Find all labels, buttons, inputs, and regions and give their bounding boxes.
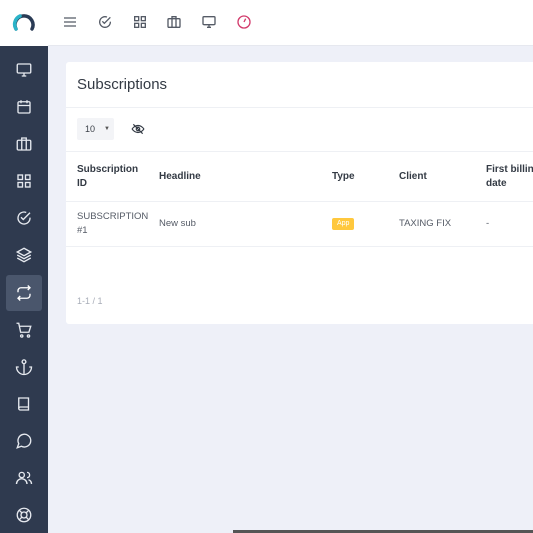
type-badge: App: [332, 218, 355, 230]
calendar-icon: [17, 100, 31, 114]
page-title: Subscriptions: [77, 76, 168, 93]
divider: [66, 201, 533, 202]
chat-icon: [16, 433, 32, 449]
cell-headline[interactable]: New sub: [159, 217, 196, 231]
check-circle-icon: [99, 16, 112, 28]
lifebuoy-icon: [16, 507, 32, 523]
top-tasks-button[interactable]: [95, 12, 115, 32]
sidebar-item-users[interactable]: [6, 460, 42, 496]
top-apps-button[interactable]: [130, 12, 150, 32]
sidebar-item-projects[interactable]: [6, 126, 42, 162]
users-icon: [15, 471, 33, 485]
sidebar-item-tasks[interactable]: [6, 200, 42, 236]
monitor-icon: [202, 15, 216, 28]
top-projects-button[interactable]: [164, 12, 184, 32]
repeat-icon: [17, 285, 31, 301]
sidebar-item-support[interactable]: [6, 497, 42, 533]
pagination-info: 1-1 / 1: [77, 296, 103, 306]
sidebar-item-apps[interactable]: [6, 163, 42, 199]
column-header-type[interactable]: Type: [332, 170, 355, 184]
sidebar-item-messages[interactable]: [6, 423, 42, 459]
sidebar-item-shop[interactable]: [6, 312, 42, 348]
cell-client[interactable]: TAXING FIX: [399, 217, 451, 231]
anchor-icon: [15, 359, 33, 376]
sidebar-item-dashboard[interactable]: [6, 52, 42, 88]
logo-icon: [12, 14, 35, 31]
briefcase-icon: [16, 137, 32, 151]
top-bar: [48, 0, 533, 46]
cell-billing: -: [486, 218, 490, 229]
divider: [66, 151, 533, 152]
cell-id[interactable]: SUBSCRIPTION #1: [77, 210, 148, 238]
chevron-down-icon: ▼: [104, 126, 110, 132]
header-text: Subscription: [77, 164, 139, 175]
header-text: First billing: [486, 164, 533, 175]
sidebar-item-anchor[interactable]: [6, 349, 42, 385]
sidebar-item-knowledge[interactable]: [6, 386, 42, 422]
column-header-billing[interactable]: First billing date: [486, 163, 533, 191]
toggle-columns-button[interactable]: [126, 118, 150, 140]
menu-icon: [64, 17, 76, 27]
app-logo[interactable]: [0, 0, 48, 46]
sidebar-item-calendar[interactable]: [6, 89, 42, 125]
cart-icon: [16, 322, 32, 338]
column-header-headline[interactable]: Headline: [159, 170, 201, 184]
cell-text: SUBSCRIPTION: [77, 211, 149, 222]
header-text: date: [486, 178, 507, 189]
grid-icon: [134, 15, 146, 28]
sidebar-item-subscriptions[interactable]: [6, 275, 42, 311]
subscriptions-card: Subscriptions 10 ▼ Subscription ID Headl…: [66, 62, 533, 324]
top-dashboard-button[interactable]: [199, 12, 219, 32]
divider: [66, 246, 533, 247]
column-header-client[interactable]: Client: [399, 170, 427, 184]
divider: [66, 107, 533, 108]
grid-icon: [17, 174, 31, 188]
gauge-icon: [237, 15, 251, 29]
briefcase-icon: [167, 16, 181, 28]
eye-off-icon: [131, 123, 145, 135]
sidebar: [0, 0, 48, 533]
header-text: ID: [77, 178, 87, 189]
monitor-icon: [16, 63, 32, 77]
per-page-value: 10: [85, 124, 96, 134]
sidebar-item-layers[interactable]: [6, 237, 42, 273]
top-timer-button[interactable]: [234, 12, 254, 32]
layers-icon: [15, 247, 33, 263]
check-circle-icon: [17, 211, 31, 225]
per-page-select[interactable]: 10 ▼: [77, 118, 114, 140]
menu-button[interactable]: [60, 12, 80, 32]
book-icon: [18, 397, 30, 411]
column-header-id[interactable]: Subscription ID: [77, 163, 138, 191]
cell-text: #1: [77, 225, 88, 236]
